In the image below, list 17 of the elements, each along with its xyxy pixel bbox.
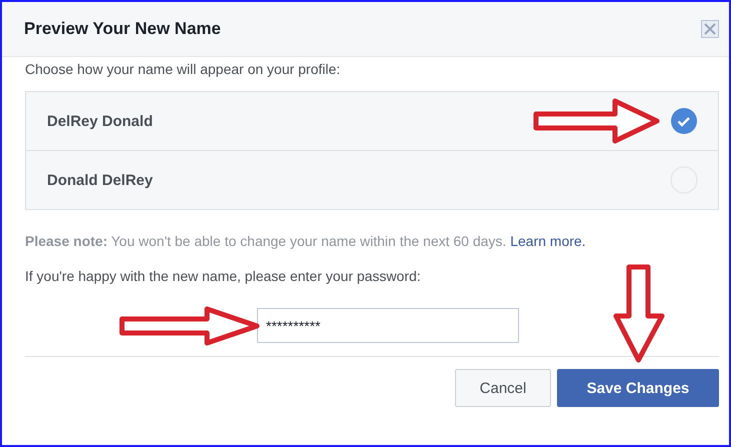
checked-radio-icon[interactable] (670, 107, 698, 135)
name-option[interactable]: DelRey Donald (26, 92, 718, 150)
close-icon[interactable] (701, 20, 719, 38)
learn-more-link[interactable]: Learn more. (510, 233, 586, 249)
arrow-icon (533, 98, 661, 144)
arrow-icon (119, 306, 261, 346)
name-option[interactable]: Donald DelRey (26, 150, 718, 209)
arrow-icon (612, 264, 666, 364)
save-button[interactable]: Save Changes (557, 369, 719, 407)
note-text: Please note: You won't be able to change your name within the next 60 days. Learn more. (25, 232, 587, 251)
dialog-title: Preview Your New Name (24, 19, 221, 39)
instruction-text: Choose how your name will appear on your profile: (25, 61, 342, 77)
name-option-label: Donald DelRey (47, 172, 153, 188)
password-field[interactable]: ********** (257, 308, 519, 343)
name-option-label: DelRey Donald (47, 112, 153, 130)
cancel-button[interactable]: Cancel (455, 369, 551, 407)
password-prompt: If you're happy with the new name, please enter your password: (25, 268, 422, 284)
